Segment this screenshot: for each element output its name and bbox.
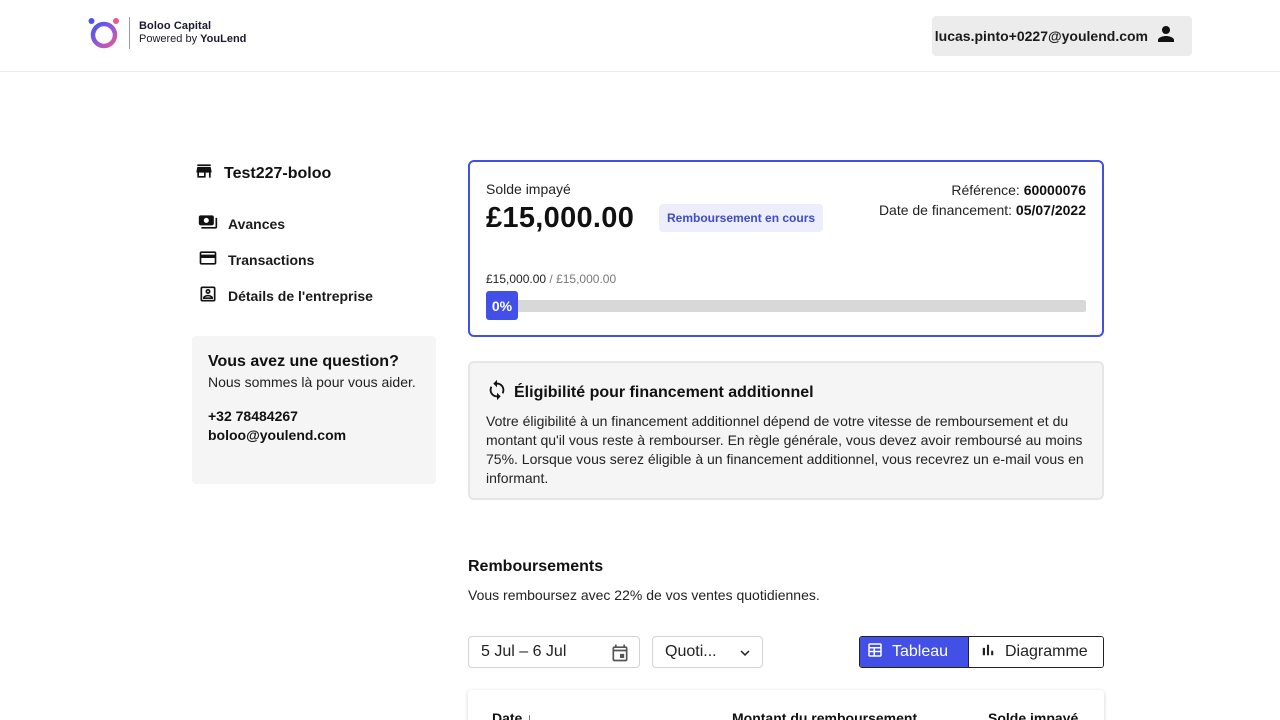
bar-chart-icon [979,641,997,664]
refresh-icon [486,379,508,406]
user-email: lucas.pinto+0227@youlend.com [934,28,1148,44]
powered-brand: YouLend [200,33,247,45]
repayments-table: Date ↓ Montant du remboursement Solde im… [468,690,1104,720]
sidebar-item-transactions[interactable]: Transactions [198,242,373,278]
frequency-value: Quoti... [665,643,717,660]
top-header: Boloo Capital Powered by YouLend lucas.p… [0,0,1280,72]
column-header-solde[interactable]: Solde impayé [988,710,1078,720]
progress-current: £15,000.00 [486,272,547,286]
column-header-montant[interactable]: Montant du remboursement [732,710,917,720]
sidebar-item-avances[interactable]: Avances [198,206,373,242]
sidebar-item-label: Détails de l'entreprise [228,288,373,304]
reference-value: 60000076 [1023,182,1086,198]
help-title: Vous avez une question? [208,353,399,370]
funding-date-label: Date de financement: [878,202,1013,218]
column-header-date[interactable]: Date ↓ [492,710,533,720]
brand-text: Boloo Capital Powered by YouLend [139,20,246,46]
powered-prefix: Powered by [139,33,198,45]
repayments-title: Remboursements [468,558,604,575]
calculator-icon [866,641,884,664]
help-email[interactable]: boloo@youlend.com [208,426,420,445]
sidebar-nav: Avances Transactions Détails de l'entrep… [198,206,373,314]
eligibility-header: Éligibilité pour financement additionnel [486,379,1086,406]
sidebar-item-label: Avances [228,216,286,232]
reference-label: Référence: [951,182,1020,198]
view-toggle: Tableau Diagramme [859,636,1104,668]
progress-total: £15,000.00 [556,272,617,286]
reference-line: Référence: 60000076 [879,180,1086,200]
progress-text: £15,000.00 / £15,000.00 [486,272,617,286]
repayments-subtitle: Vous remboursez avec 22% de vos ventes q… [468,587,820,603]
person-icon [1156,24,1176,49]
cash-icon [198,212,218,237]
arrow-down-icon: ↓ [526,710,534,720]
progress-bar [486,300,1086,312]
brand-logo[interactable]: Boloo Capital Powered by YouLend [87,16,246,50]
company-header: Test227-boloo [194,161,331,186]
tab-tableau[interactable]: Tableau [860,637,969,667]
boloo-logo-icon [87,16,121,50]
company-name: Test227-boloo [224,164,332,182]
funding-date-value: 05/07/2022 [1015,202,1086,218]
powered-by: Powered by YouLend [139,33,246,46]
eligibility-box: Éligibilité pour financement additionnel… [468,361,1104,500]
column-label: Date [492,710,523,720]
tab-diagramme[interactable]: Diagramme [969,637,1103,667]
funding-date-line: Date de financement: 05/07/2022 [879,200,1086,220]
status-badge: Remboursement en cours [659,204,824,232]
sidebar-item-label: Transactions [228,252,315,268]
tab-label: Tableau [892,643,949,660]
brand-name: Boloo Capital [139,20,212,32]
credit-card-icon [198,248,218,273]
progress-percent: 0% [486,291,518,320]
store-icon [194,161,214,186]
user-account-button[interactable]: lucas.pinto+0227@youlend.com [932,16,1192,56]
calendar-icon[interactable] [610,643,630,668]
eligibility-title: Éligibilité pour financement additionnel [514,383,814,401]
contact-card-icon [198,284,218,309]
balance-amount: £15,000.00 [486,202,635,234]
sidebar-item-details-entreprise[interactable]: Détails de l'entreprise [198,278,373,314]
date-range-value: 5 Jul – 6 Jul [481,643,567,660]
help-box: Vous avez une question? Nous sommes là p… [192,336,436,484]
logo-divider [129,17,130,49]
balance-label: Solde impayé [486,181,571,197]
help-phone[interactable]: +32 78484267 [208,407,420,426]
eligibility-body: Votre éligibilité à un financement addit… [486,413,1084,486]
tab-label: Diagramme [1005,643,1088,660]
chevron-down-icon [736,644,754,667]
balance-card: Solde impayé £15,000.00 Remboursement en… [468,160,1104,337]
frequency-select[interactable]: Quoti... [652,636,763,668]
funding-info: Référence: 60000076 Date de financement:… [879,180,1086,220]
date-range-picker[interactable]: 5 Jul – 6 Jul [468,636,640,668]
help-subtitle: Nous sommes là pour vous aider. [208,374,416,390]
